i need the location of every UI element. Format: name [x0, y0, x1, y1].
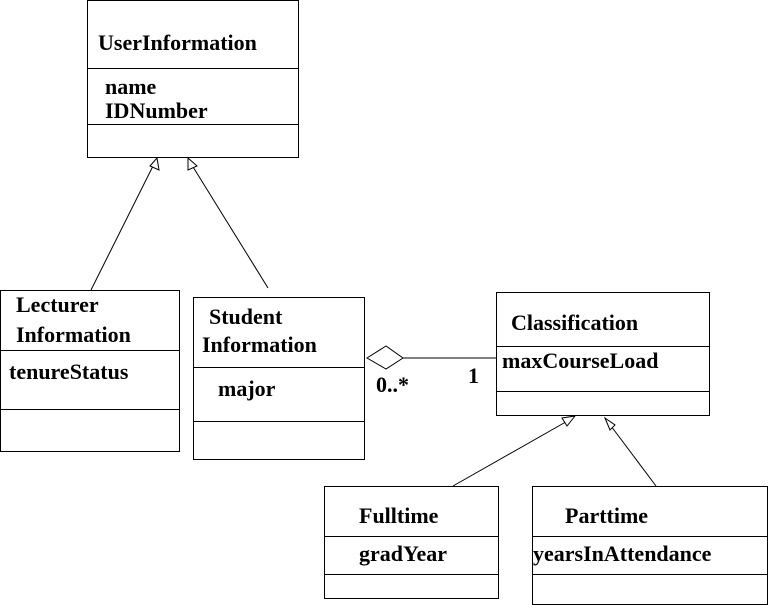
class-name-line-1: Student — [209, 304, 283, 329]
class-name-line-2: Information — [16, 322, 131, 347]
class-name-line-2: Information — [202, 332, 317, 357]
hollow-triangle-arrowhead-icon — [603, 416, 616, 431]
generalization-lecturer-to-user — [90, 156, 160, 291]
generalization-fulltime-to-classification — [452, 415, 577, 487]
attributes-section: tenureStatus — [1, 350, 179, 409]
multiplicity-classification-end: 1 — [468, 363, 479, 388]
hollow-triangle-arrowhead-icon — [187, 156, 198, 171]
hollow-diamond-icon — [366, 345, 404, 370]
attributes-section: maxCourseLoad — [497, 346, 709, 391]
class-name-section: Fulltime — [325, 487, 498, 536]
class-name-section: Lecturer Information — [1, 291, 179, 350]
attributes-section: major — [194, 367, 364, 421]
attribute: name — [105, 74, 157, 99]
attribute: major — [218, 376, 276, 401]
class-name: UserInformation — [98, 30, 257, 55]
class-name-section: UserInformation — [88, 1, 298, 68]
operations-section — [497, 391, 709, 415]
operations-section — [88, 124, 298, 157]
attribute: tenureStatus — [9, 359, 129, 384]
attributes-section: yearsInAttendance — [533, 536, 767, 574]
class-lecturer-information[interactable]: Lecturer Information tenureStatus — [0, 290, 180, 452]
class-name: Fulltime — [359, 503, 439, 528]
class-name: Classification — [511, 310, 639, 335]
class-name-section: Student Information — [194, 298, 364, 367]
attribute: IDNumber — [105, 98, 208, 123]
operations-section — [325, 574, 498, 598]
hollow-triangle-arrowhead-icon — [561, 415, 577, 427]
attribute: maxCourseLoad — [502, 348, 659, 373]
attributes-section: name IDNumber — [88, 68, 298, 124]
attribute: yearsInAttendance — [533, 541, 712, 566]
multiplicity-student-end: 0..* — [376, 372, 409, 397]
class-student-information[interactable]: Student Information major — [193, 297, 365, 460]
class-name: Parttime — [565, 503, 649, 528]
attributes-section: gradYear — [325, 536, 498, 574]
generalization-parttime-to-classification — [603, 416, 657, 487]
attribute: gradYear — [359, 541, 447, 566]
class-name-section: Classification — [497, 293, 709, 346]
class-name-section: Parttime — [533, 487, 767, 536]
class-name-line-1: Lecturer — [16, 292, 99, 317]
operations-section — [194, 421, 364, 459]
class-classification[interactable]: Classification maxCourseLoad — [496, 292, 710, 416]
class-parttime[interactable]: Parttime yearsInAttendance — [532, 486, 768, 605]
operations-section — [533, 574, 767, 604]
operations-section — [1, 409, 179, 451]
class-user-information[interactable]: UserInformation name IDNumber — [87, 0, 299, 158]
generalization-student-to-user — [187, 156, 269, 289]
class-fulltime[interactable]: Fulltime gradYear — [324, 486, 499, 599]
